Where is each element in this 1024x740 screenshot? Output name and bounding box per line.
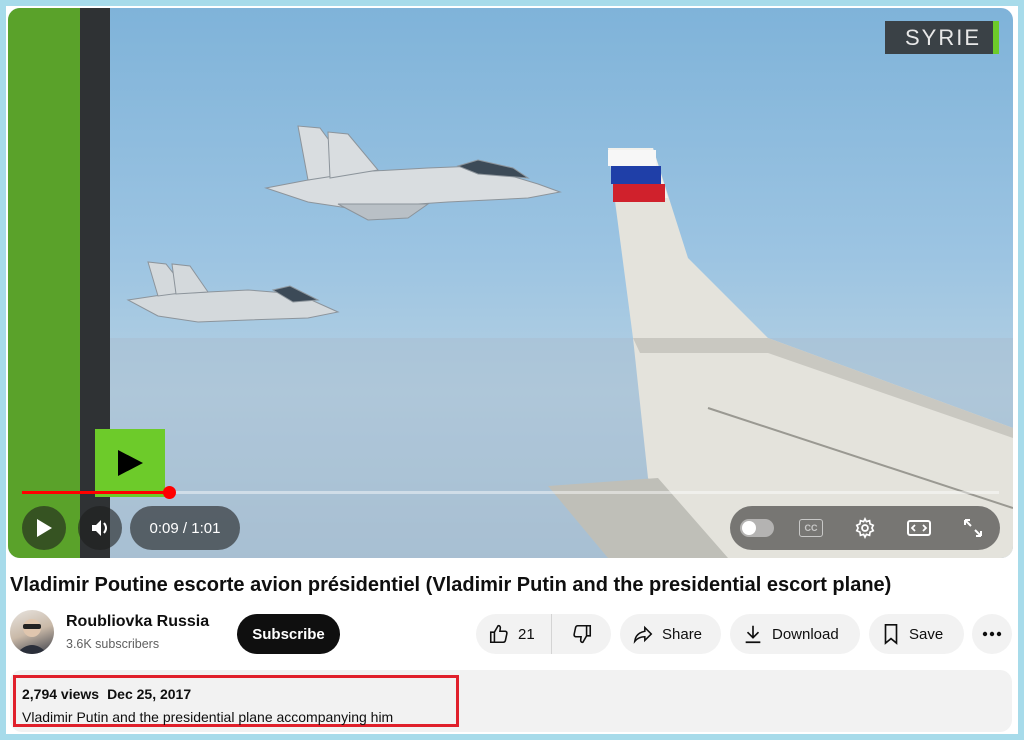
upload-date: Dec 25, 2017 xyxy=(107,686,192,702)
avatar-portrait-icon xyxy=(16,619,48,654)
big-play-button[interactable] xyxy=(95,429,165,497)
fighter-jet-1 xyxy=(264,125,562,221)
progress-fill xyxy=(22,491,169,494)
channel-overlay-badge: SYRIE xyxy=(885,21,999,54)
autoplay-toggle-icon xyxy=(740,519,774,537)
captions-icon: CC xyxy=(799,519,823,537)
subscribe-button[interactable]: Subscribe xyxy=(237,614,340,654)
like-dislike-group: 21 xyxy=(476,614,611,654)
more-actions-button[interactable] xyxy=(972,614,1012,654)
channel-avatar[interactable] xyxy=(10,610,54,654)
bookmark-icon xyxy=(884,624,898,645)
volume-icon xyxy=(92,520,107,536)
thumbs-up-icon xyxy=(489,624,508,644)
fighter-jet-2 xyxy=(126,261,340,323)
save-button[interactable]: Save xyxy=(869,614,964,654)
more-dots-icon xyxy=(982,631,1002,637)
captions-button[interactable]: CC xyxy=(791,508,831,548)
video-title: Vladimir Poutine escorte avion président… xyxy=(10,574,892,596)
share-icon xyxy=(633,625,653,644)
play-button[interactable] xyxy=(22,506,66,550)
download-icon xyxy=(745,625,761,644)
video-player[interactable]: SYRIE 0:09 / 1:01 CC xyxy=(8,8,1013,558)
like-button[interactable]: 21 xyxy=(476,614,552,654)
subscriber-count: 3.6K subscribers xyxy=(66,637,160,651)
dislike-button[interactable] xyxy=(552,614,611,654)
volume-button[interactable] xyxy=(78,506,122,550)
right-controls: CC xyxy=(730,506,1000,550)
autoplay-toggle[interactable] xyxy=(737,508,777,548)
theater-icon xyxy=(907,520,931,536)
description-text: Vladimir Putin and the presidential plan… xyxy=(22,709,394,725)
play-icon xyxy=(37,519,52,537)
time-display: 0:09 / 1:01 xyxy=(130,506,240,550)
channel-name[interactable]: Roubliovka Russia xyxy=(66,613,209,631)
gear-icon xyxy=(855,517,875,539)
like-count: 21 xyxy=(518,625,535,643)
share-label: Share xyxy=(662,625,703,643)
play-triangle-icon xyxy=(118,450,143,476)
settings-button[interactable] xyxy=(845,508,885,548)
description-meta: 2,794 views Dec 25, 2017 xyxy=(22,686,199,702)
fullscreen-icon xyxy=(964,519,982,537)
progress-scrubber[interactable] xyxy=(163,486,176,499)
share-button[interactable]: Share xyxy=(620,614,721,654)
download-button[interactable]: Download xyxy=(730,614,860,654)
theater-button[interactable] xyxy=(899,508,939,548)
fullscreen-button[interactable] xyxy=(953,508,993,548)
save-label: Save xyxy=(909,625,944,643)
thumbs-down-icon xyxy=(572,624,591,644)
view-count: 2,794 views xyxy=(22,686,100,702)
download-label: Download xyxy=(772,625,839,643)
